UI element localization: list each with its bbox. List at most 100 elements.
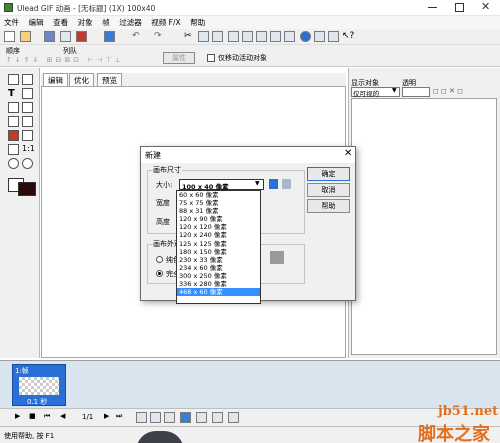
duplicate-frame-icon[interactable] — [150, 412, 161, 423]
full-radio[interactable] — [156, 270, 163, 277]
shape-tool-icon[interactable] — [22, 116, 33, 127]
internet-explorer-icon[interactable] — [300, 31, 311, 42]
size-option[interactable]: 75 x 75 像素 — [177, 199, 260, 207]
size-select[interactable]: 100 x 40 像素 ▼ — [179, 179, 264, 191]
size-dropdown-list[interactable]: 60 x 60 像素 75 x 75 像素 88 x 31 像素 120 x 9… — [176, 190, 261, 304]
zoom-in-icon[interactable] — [8, 158, 19, 169]
menu-help[interactable]: 帮助 — [186, 16, 208, 28]
menu-frame[interactable]: 帧 — [98, 16, 113, 28]
prev-frame-icon[interactable]: ◀ — [60, 412, 65, 420]
cancel-button[interactable]: 取消 — [307, 183, 350, 197]
cut-icon[interactable]: ✂ — [184, 31, 195, 42]
text-tool-icon[interactable]: T — [8, 88, 19, 99]
fill-tool-icon[interactable] — [8, 130, 19, 141]
chevron-down-icon: ▼ — [392, 87, 397, 94]
background-color-swatch[interactable] — [18, 182, 36, 196]
opacity-icons[interactable]: ◻ ◻ ✕ ◻ — [433, 87, 495, 97]
frame-thumbnail[interactable]: 1:帧 0.1 秒 — [12, 364, 66, 406]
menu-view[interactable]: 查看 — [49, 16, 71, 28]
transform-tool-icon[interactable] — [22, 88, 33, 99]
frame-tool-icon-6[interactable] — [228, 412, 239, 423]
frame-tool-icon-5[interactable] — [212, 412, 223, 423]
menu-filter[interactable]: 过滤器 — [115, 16, 145, 28]
tab-edit[interactable]: 编辑 — [43, 73, 68, 86]
import-icon[interactable] — [76, 31, 87, 42]
size-option[interactable]: 88 x 31 像素 — [177, 207, 260, 215]
maximize-icon[interactable] — [455, 3, 464, 12]
color-swatch[interactable] — [270, 251, 284, 264]
export-icon[interactable] — [60, 31, 71, 42]
close-icon[interactable]: ✕ — [481, 0, 490, 13]
size-option[interactable]: 300 x 250 像素 — [177, 272, 260, 280]
next-frame-icon[interactable]: ▶ — [104, 412, 109, 420]
size-option[interactable]: 336 x 280 像素 — [177, 280, 260, 288]
paint-icon[interactable] — [104, 31, 115, 42]
optimize-icon[interactable] — [314, 31, 325, 42]
help-button[interactable]: 帮助 — [307, 199, 350, 213]
save-icon[interactable] — [44, 31, 55, 42]
size-option[interactable]: 120 x 120 像素 — [177, 223, 260, 231]
arrange-icons[interactable]: ↑↓⇑⇓ ⊞⊟⊠⊡ ⊢⊣⊤⊥ — [6, 56, 124, 64]
size-option[interactable]: 60 x 60 像素 — [177, 191, 260, 199]
open-folder-icon[interactable] — [20, 31, 31, 42]
object-toolbar: 顺序 列队 ↑↓⇑⇓ ⊞⊟⊠⊡ ⊢⊣⊤⊥ 属性 仅移动活动对象 — [0, 45, 500, 67]
width-label: 宽度 — [156, 199, 170, 207]
last-frame-icon[interactable]: ⏭ — [116, 412, 122, 421]
remove-size-icon[interactable] — [282, 179, 291, 189]
paste-icon[interactable] — [212, 31, 223, 42]
minimize-icon[interactable] — [428, 7, 437, 8]
visibility-value: 仅可视的 — [353, 90, 379, 98]
frame-tool-icon-3[interactable] — [256, 31, 267, 42]
crop-tool-icon[interactable] — [22, 130, 33, 141]
eraser-tool-icon[interactable] — [8, 116, 19, 127]
frame-tool-icon-2[interactable] — [242, 31, 253, 42]
ok-button[interactable]: 确定 — [307, 167, 350, 181]
visibility-select[interactable]: 仅可视的 ▼ — [351, 87, 400, 98]
object-list[interactable] — [351, 98, 497, 355]
solid-color-radio[interactable] — [156, 256, 163, 263]
size-option[interactable]: 120 x 90 像素 — [177, 215, 260, 223]
frame-properties-icon[interactable] — [196, 412, 207, 423]
size-option[interactable]: 125 x 125 像素 — [177, 240, 260, 248]
menu-video-fx[interactable]: 视频 F/X — [147, 16, 183, 28]
first-frame-icon[interactable]: ⏮ — [44, 412, 50, 421]
new-file-icon[interactable] — [4, 31, 15, 42]
tab-optimize[interactable]: 优化 — [69, 73, 94, 86]
view-tabs: 编辑 优化 预览 — [41, 73, 346, 86]
preview-icon[interactable] — [328, 31, 339, 42]
lasso-tool-icon[interactable] — [22, 102, 33, 113]
size-option[interactable]: 230 x 33 像素 — [177, 256, 260, 264]
size-option[interactable]: 180 x 150 像素 — [177, 248, 260, 256]
add-size-icon[interactable] — [269, 179, 278, 189]
size-option[interactable]: 120 x 240 像素 — [177, 231, 260, 239]
size-option[interactable]: 234 x 60 像素 — [177, 264, 260, 272]
menu-file[interactable]: 文件 — [0, 16, 22, 28]
copy-icon[interactable] — [198, 31, 209, 42]
tween-icon[interactable] — [180, 412, 191, 423]
pointer-tool-icon[interactable] — [8, 74, 19, 85]
dialog-close-icon[interactable]: ✕ — [344, 148, 352, 159]
frame-tool-icon-4[interactable] — [284, 31, 295, 42]
frame-counter: 1/1 — [82, 413, 94, 421]
tab-preview[interactable]: 预览 — [97, 73, 122, 86]
menu-object[interactable]: 对象 — [74, 16, 96, 28]
frame-tool-icon-1[interactable] — [228, 31, 239, 42]
zoom-1x-icon[interactable]: 1:1 — [22, 144, 35, 155]
undo-icon[interactable]: ↶ — [132, 31, 143, 42]
move-active-checkbox[interactable] — [207, 54, 215, 62]
stop-icon[interactable]: ■ — [29, 412, 36, 420]
help-pointer-icon[interactable]: ↖? — [342, 31, 354, 42]
redo-icon[interactable]: ↷ — [154, 31, 165, 42]
brush-tool-icon[interactable] — [8, 102, 19, 113]
attributes-button[interactable]: 属性 — [163, 52, 195, 64]
delete-frame-icon[interactable] — [164, 412, 175, 423]
crop-icon[interactable] — [270, 31, 281, 42]
play-icon[interactable]: ▶ — [15, 412, 20, 420]
zoom-out-icon[interactable] — [22, 158, 33, 169]
opacity-input[interactable] — [402, 87, 430, 97]
add-frame-icon[interactable] — [136, 412, 147, 423]
select-tool-icon[interactable] — [22, 74, 33, 85]
menu-edit[interactable]: 编辑 — [25, 16, 47, 28]
size-option-selected[interactable]: 468 x 60 像素 — [177, 288, 260, 297]
eyedropper-tool-icon[interactable] — [8, 144, 19, 155]
